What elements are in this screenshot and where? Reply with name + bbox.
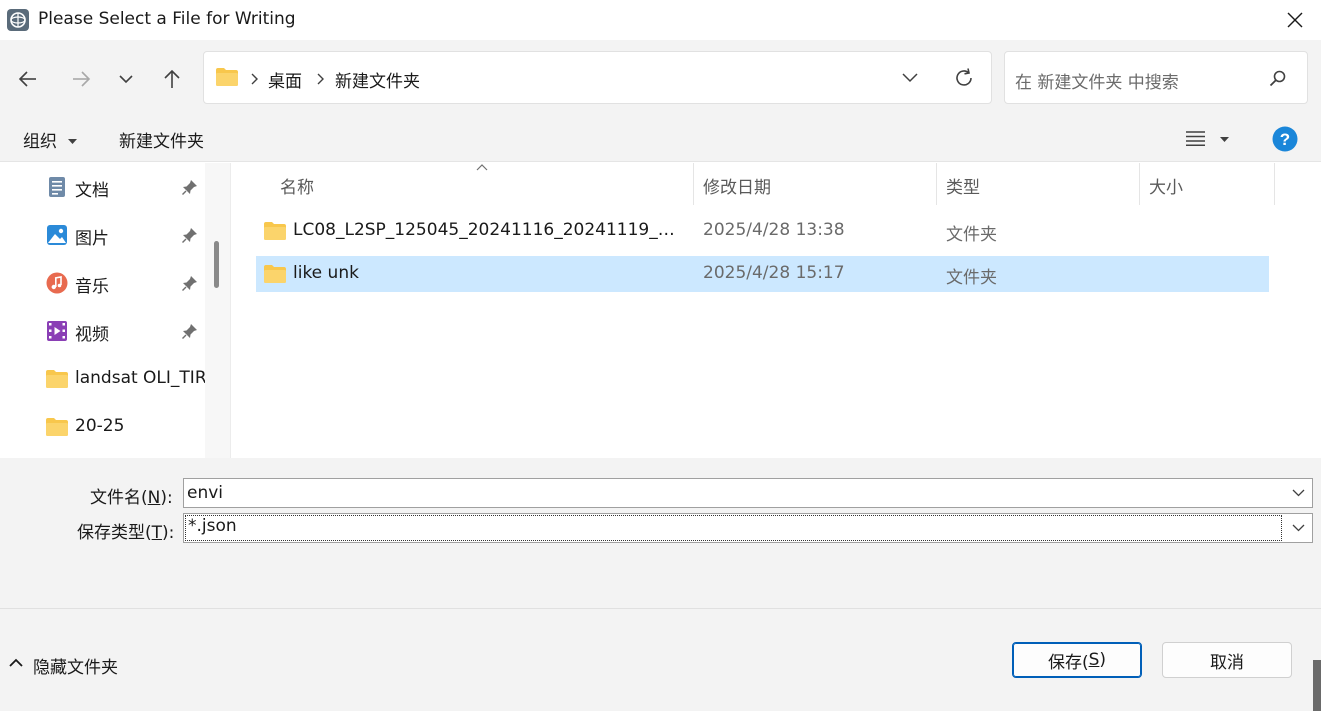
svg-text:?: ? xyxy=(1280,130,1290,149)
chevron-right-icon xyxy=(251,73,258,85)
new-folder-button[interactable]: 新建文件夹 xyxy=(119,127,204,152)
pin-icon xyxy=(182,324,197,339)
folder-icon xyxy=(46,370,68,388)
close-button[interactable] xyxy=(1271,0,1319,40)
file-name: LC08_L2SP_125045_20241116_20241119_02_T1 xyxy=(293,220,685,240)
filename-input[interactable] xyxy=(187,482,1277,504)
organize-button[interactable]: 组织 xyxy=(23,127,78,152)
view-options-button[interactable] xyxy=(1183,128,1233,150)
pin-icon xyxy=(182,228,197,243)
column-divider[interactable] xyxy=(1139,163,1140,205)
organize-label: 组织 xyxy=(23,132,57,152)
filetype-dropdown-button[interactable] xyxy=(1284,514,1312,542)
file-type: 文件夹 xyxy=(946,225,997,245)
caret-down-icon xyxy=(1220,137,1229,142)
file-type: 文件夹 xyxy=(946,268,997,288)
save-form-area: 文件名(N): 保存类型(T): *.json 隐藏文件夹 保存(S) 取消 xyxy=(0,458,1321,711)
table-row[interactable]: like unk 2025/4/28 15:17 文件夹 xyxy=(256,256,1269,292)
list-view-icon xyxy=(1186,131,1205,146)
cancel-button[interactable]: 取消 xyxy=(1162,642,1292,678)
help-icon[interactable]: ? xyxy=(1272,126,1298,152)
refresh-icon[interactable] xyxy=(953,67,975,89)
navigation-scrollbar-thumb[interactable] xyxy=(214,241,219,288)
forward-button[interactable] xyxy=(65,63,97,95)
table-row[interactable]: LC08_L2SP_125045_20241116_20241119_02_T1… xyxy=(256,213,1269,249)
filetype-select[interactable]: *.json xyxy=(183,513,1313,543)
sidebar-item-label: landsat OLI_TIR xyxy=(75,368,205,388)
column-header-type[interactable]: 类型 xyxy=(946,163,980,205)
sidebar-item-videos[interactable]: 视频 xyxy=(0,311,205,351)
video-icon xyxy=(47,321,67,341)
search-box[interactable]: 在 新建文件夹 中搜索 xyxy=(1004,51,1308,104)
command-bar: 组织 新建文件夹 ? xyxy=(0,114,1321,162)
filename-field[interactable] xyxy=(183,478,1313,508)
caret-down-icon xyxy=(68,139,78,144)
file-name: like unk xyxy=(293,263,359,283)
file-list: 名称 修改日期 类型 大小 LC08_L2SP_125045_20241116_… xyxy=(233,163,1321,458)
up-button[interactable] xyxy=(156,63,188,95)
arrow-left-icon xyxy=(18,71,36,87)
music-icon xyxy=(46,272,68,294)
sidebar-item-documents[interactable]: 文档 xyxy=(0,167,205,207)
arrow-up-icon xyxy=(164,69,180,88)
sidebar-item-20-25[interactable]: 20-25 xyxy=(0,407,205,447)
folder-icon xyxy=(216,68,238,86)
filetype-value: *.json xyxy=(188,516,237,536)
back-button[interactable] xyxy=(12,63,44,95)
sidebar-item-pictures[interactable]: 图片 xyxy=(0,215,205,255)
app-icon xyxy=(7,9,29,31)
filetype-label: 保存类型(T): xyxy=(77,523,175,543)
chevron-down-icon[interactable] xyxy=(902,72,918,84)
document-icon xyxy=(49,177,65,197)
column-header-size[interactable]: 大小 xyxy=(1149,163,1183,205)
folder-icon xyxy=(264,265,286,283)
address-bar[interactable]: 桌面 新建文件夹 xyxy=(203,51,992,104)
search-icon xyxy=(1269,70,1286,87)
title-bar: Please Select a File for Writing xyxy=(0,0,1321,40)
breadcrumb-desktop[interactable]: 桌面 xyxy=(268,67,302,92)
column-divider[interactable] xyxy=(693,163,694,205)
chevron-down-icon xyxy=(1292,489,1304,497)
save-button[interactable]: 保存(S) xyxy=(1012,642,1142,678)
folder-icon xyxy=(46,418,68,436)
navigation-pane: 文档 图片 音乐 视频 landsat OLI_TIR 20-25 xyxy=(0,163,231,458)
chevron-down-icon xyxy=(1292,524,1304,532)
filename-dropdown-button[interactable] xyxy=(1284,479,1312,507)
column-divider[interactable] xyxy=(1274,163,1275,205)
navigation-scrollbar[interactable] xyxy=(205,163,230,458)
sidebar-item-label: 20-25 xyxy=(75,416,125,436)
chevron-down-icon xyxy=(119,75,133,84)
arrow-right-icon xyxy=(73,71,91,87)
column-header-date[interactable]: 修改日期 xyxy=(703,163,771,205)
close-icon xyxy=(1287,12,1303,28)
background-window-edge xyxy=(1313,660,1321,711)
chevron-right-icon xyxy=(317,73,324,85)
chevron-up-icon xyxy=(9,658,23,667)
pin-icon xyxy=(182,180,197,195)
search-placeholder: 在 新建文件夹 中搜索 xyxy=(1015,73,1179,93)
column-divider[interactable] xyxy=(936,163,937,205)
column-header-name[interactable]: 名称 xyxy=(280,163,314,205)
pin-icon xyxy=(182,276,197,291)
sidebar-item-music[interactable]: 音乐 xyxy=(0,263,205,303)
recent-locations-button[interactable] xyxy=(110,63,142,95)
file-date: 2025/4/28 13:38 xyxy=(703,220,845,240)
hide-folders-label: 隐藏文件夹 xyxy=(33,658,118,678)
sidebar-item-landsat[interactable]: landsat OLI_TIR xyxy=(0,359,205,399)
folder-icon xyxy=(264,222,286,240)
filetype-focus-outline xyxy=(185,515,1282,541)
file-date: 2025/4/28 15:17 xyxy=(703,263,845,283)
breadcrumb-new-folder[interactable]: 新建文件夹 xyxy=(335,67,420,92)
filename-label: 文件名(N): xyxy=(90,488,173,508)
sort-ascending-icon xyxy=(476,164,488,171)
window-title: Please Select a File for Writing xyxy=(38,9,296,29)
picture-icon xyxy=(47,225,67,245)
